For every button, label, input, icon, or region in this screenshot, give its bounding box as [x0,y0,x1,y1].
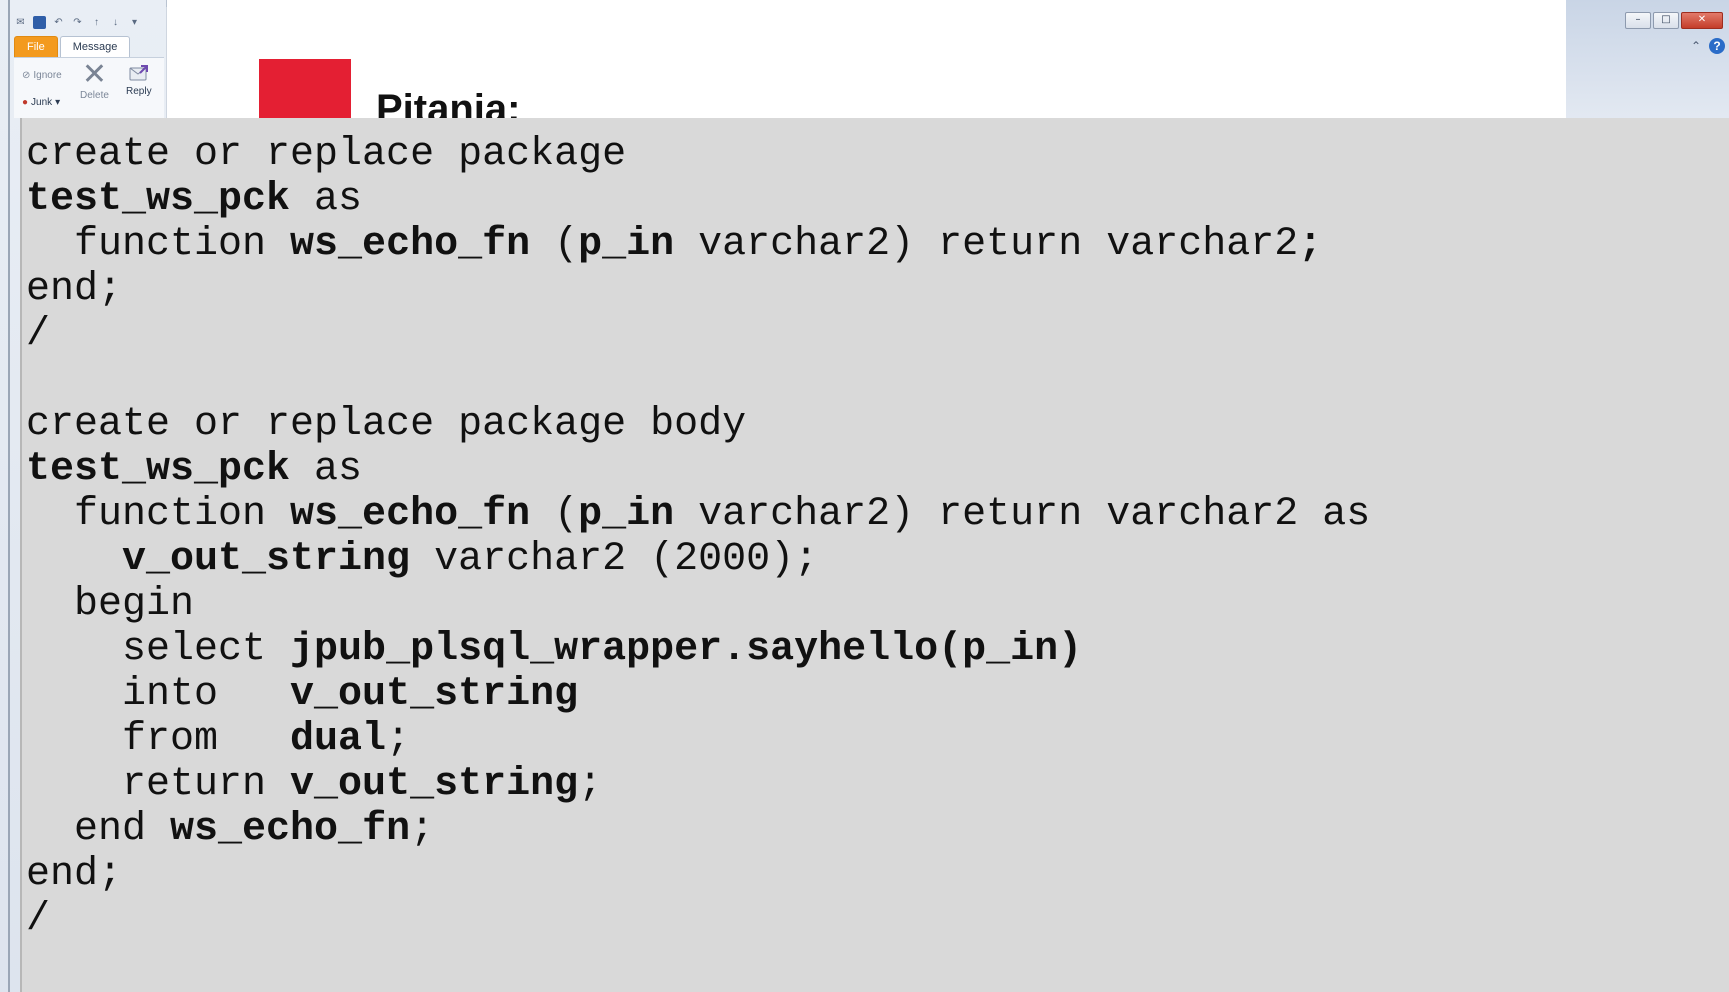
code-line: from dual; [26,717,1370,762]
code-identifier: test_ws_pck [26,447,291,492]
mail-icon[interactable]: ✉ [14,16,27,29]
code-identifier: v_out_string [122,537,411,582]
code-identifier: test_ws_pck [26,177,291,222]
tab-file[interactable]: File [14,36,58,57]
code-text: end; [26,267,123,312]
code-line: return v_out_string; [26,762,1370,807]
code-line: end; [26,267,1370,312]
close-button[interactable]: ✕ [1681,12,1723,29]
junk-label: Junk [31,97,53,108]
code-block: create or replace package test_ws_pck as … [26,132,1370,942]
help-area: ⌃ ? [1691,38,1725,54]
up-icon[interactable]: ↑ [90,16,103,29]
code-identifier: jpub_plsql_wrapper.sayhello(p_in) [290,627,1083,672]
code-identifier: p_in [578,492,675,537]
minimize-button[interactable]: – [1625,12,1651,29]
code-line: test_ws_pck as [26,177,1370,222]
code-panel: create or replace package test_ws_pck as … [20,118,1729,992]
code-identifier: v_out_string [290,672,579,717]
code-identifier: dual [290,717,387,762]
code-line: v_out_string varchar2 (2000); [26,537,1370,582]
code-text: into [26,672,291,717]
tab-message[interactable]: Message [59,36,131,57]
quick-access-toolbar: ✉ ↶ ↷ ↑ ↓ ▾ [14,14,141,30]
junk-icon: ● [22,97,29,108]
delete-label: Delete [80,90,109,101]
code-text: ; [578,762,603,807]
code-line: begin [26,582,1370,627]
code-text: varchar2) return varchar2 as [674,492,1371,537]
code-line: create or replace package body [26,402,1370,447]
ignore-icon: ⊘ [22,70,31,81]
window-border [8,0,10,992]
code-text: ; [386,717,411,762]
code-text: ( [530,222,579,267]
reply-button[interactable]: Reply [126,62,152,97]
outlook-message-window: ✉ ↶ ↷ ↑ ↓ ▾ File Message ⊘ Ignore ● Junk… [0,0,1729,992]
code-identifier: ws_echo_fn [170,807,411,852]
code-identifier: p_in [578,222,675,267]
delete-button[interactable]: ✕ Delete [80,57,109,102]
code-text: function [26,492,291,537]
code-text: select [26,627,291,672]
code-identifier: ws_echo_fn [290,492,531,537]
code-text: from [26,717,291,762]
maximize-button[interactable]: □ [1653,12,1679,29]
redo-icon[interactable]: ↷ [71,16,84,29]
ribbon-tabs: File Message [14,36,131,57]
code-text: / [26,897,51,942]
code-line: function ws_echo_fn (p_in varchar2) retu… [26,222,1370,267]
code-identifier: v_out_string [290,762,579,807]
code-text: create or replace package body [26,402,747,447]
code-line: end; [26,852,1370,897]
code-line: end ws_echo_fn; [26,807,1370,852]
code-text: end [26,807,171,852]
window-buttons: – □ ✕ [1625,12,1723,29]
code-text: / [26,312,51,357]
reply-label: Reply [126,86,152,97]
code-text: ; [410,807,435,852]
undo-icon[interactable]: ↶ [52,16,65,29]
code-line: select jpub_plsql_wrapper.sayhello(p_in) [26,627,1370,672]
code-line: into v_out_string [26,672,1370,717]
save-icon[interactable] [33,15,46,29]
code-text: return [26,762,291,807]
help-icon[interactable]: ? [1709,38,1725,54]
delete-icon: ✕ [81,57,108,92]
code-line: / [26,312,1370,357]
code-line: create or replace package [26,132,1370,177]
ribbon-panel: ⊘ Ignore ● Junk ▾ ✕ Delete Reply [14,57,164,118]
junk-button[interactable]: ● Junk ▾ [22,97,60,108]
down-icon[interactable]: ↓ [109,16,122,29]
code-text: create or replace package [26,132,627,177]
code-text: ( [530,492,579,537]
code-text: begin [26,582,195,627]
code-text: function [26,222,291,267]
logo-block [259,59,351,123]
code-identifier: ws_echo_fn [290,222,531,267]
code-text: varchar2) return varchar2 [674,222,1299,267]
customize-icon[interactable]: ▾ [128,16,141,29]
code-line: function ws_echo_fn (p_in varchar2) retu… [26,492,1370,537]
code-line: / [26,897,1370,942]
ignore-label: Ignore [33,70,62,81]
chevron-down-icon: ▾ [55,97,61,108]
code-text: as [290,447,363,492]
collapse-ribbon-icon[interactable]: ⌃ [1691,39,1701,53]
code-identifier: ; [1298,222,1323,267]
reply-icon [129,65,148,81]
code-text: varchar2 (2000); [410,537,819,582]
window-controls-area: – □ ✕ ⌃ ? [1566,0,1729,120]
code-text: end; [26,852,123,897]
code-text: as [290,177,363,222]
code-line: test_ws_pck as [26,447,1370,492]
ignore-button[interactable]: ⊘ Ignore [22,70,62,81]
